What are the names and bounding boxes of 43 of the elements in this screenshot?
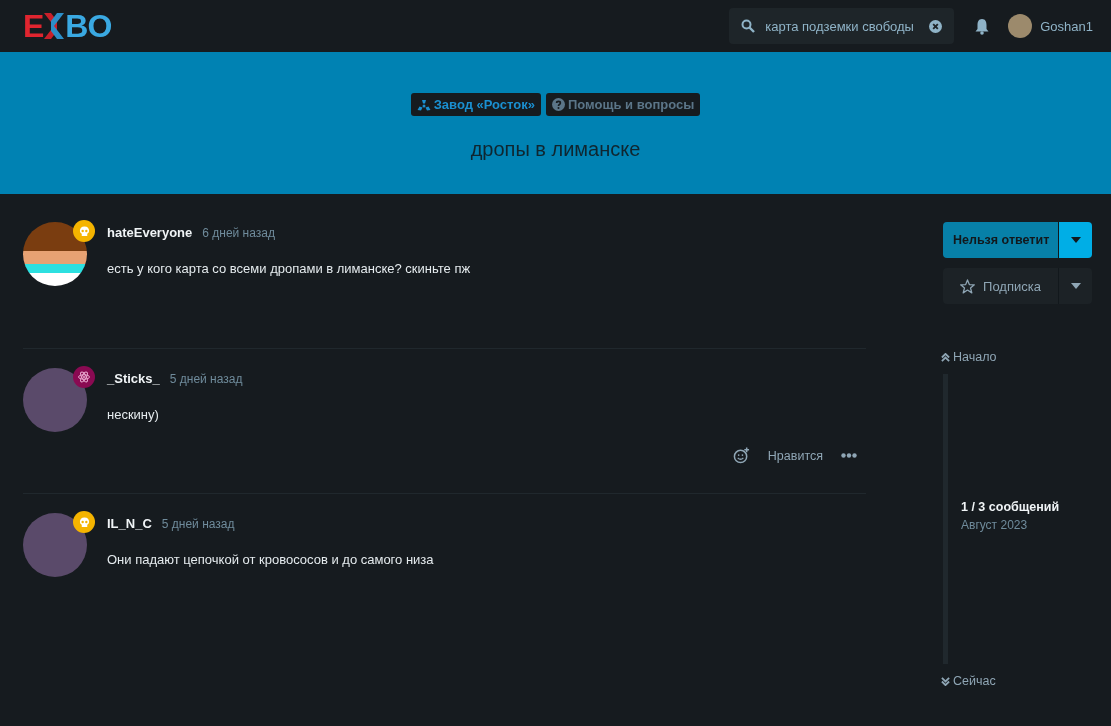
radiation-icon (416, 98, 431, 111)
post-time[interactable]: 5 дней назад (161, 517, 235, 531)
post-text: Они падают цепочкой от кровососов и до самого низа (107, 552, 435, 567)
post-text: есть у кого карта со всеми дропами в лиманске? скиньте пж (107, 261, 472, 276)
post-time[interactable]: 6 дней назад (202, 226, 275, 240)
caret-icon (1070, 237, 1081, 243)
post-date: Август 2023 (961, 518, 1029, 532)
subscribe-dropdown-button[interactable] (1059, 268, 1092, 304)
question-icon (551, 98, 565, 111)
thread-title: дропы в лиманске (470, 138, 641, 161)
double-up-icon (941, 352, 950, 362)
subscribe-button[interactable]: Подписка (943, 268, 1059, 304)
logo[interactable]: E BO (23, 7, 112, 45)
start-link[interactable]: Начало (941, 350, 1092, 364)
skull-icon (78, 516, 90, 528)
category-tag[interactable]: Помощь и вопросы (545, 93, 701, 116)
timeline-track[interactable]: 1 / 3 сообщений Август 2023 (943, 374, 1092, 664)
reply-button[interactable]: Нельзя ответит (943, 222, 1059, 258)
add-reaction-icon[interactable] (732, 447, 750, 464)
category-tag[interactable]: Завод «Росток» (410, 93, 541, 116)
atom-icon (78, 371, 90, 383)
caret-icon (1070, 283, 1081, 289)
bell-icon[interactable] (974, 17, 991, 35)
user-avatar[interactable] (1008, 14, 1033, 38)
clear-icon[interactable] (929, 19, 943, 33)
post-text: нескину) (107, 407, 160, 422)
search-field[interactable]: карта подземки свободы (729, 8, 955, 44)
more-icon[interactable] (841, 453, 857, 458)
skull-icon (78, 225, 90, 237)
post-time[interactable]: 5 дней назад (169, 372, 243, 386)
pixel-avatar[interactable] (23, 222, 87, 286)
username[interactable]: Goshan1 (1040, 18, 1093, 34)
search-text: карта подземки свободы (765, 18, 915, 34)
post-author[interactable]: _Sticks_ (107, 371, 160, 386)
like-link[interactable]: Нравится (767, 448, 823, 463)
post-author[interactable]: hateEveryone (107, 225, 193, 240)
search-icon (741, 19, 756, 33)
now-link[interactable]: Сейчас (941, 674, 1092, 688)
double-down-icon (941, 676, 950, 686)
reply-dropdown-button[interactable] (1059, 222, 1092, 258)
post-position: 1 / 3 сообщений (961, 500, 1060, 514)
star-icon (960, 278, 976, 294)
post-author[interactable]: IL_N_C (107, 516, 152, 531)
